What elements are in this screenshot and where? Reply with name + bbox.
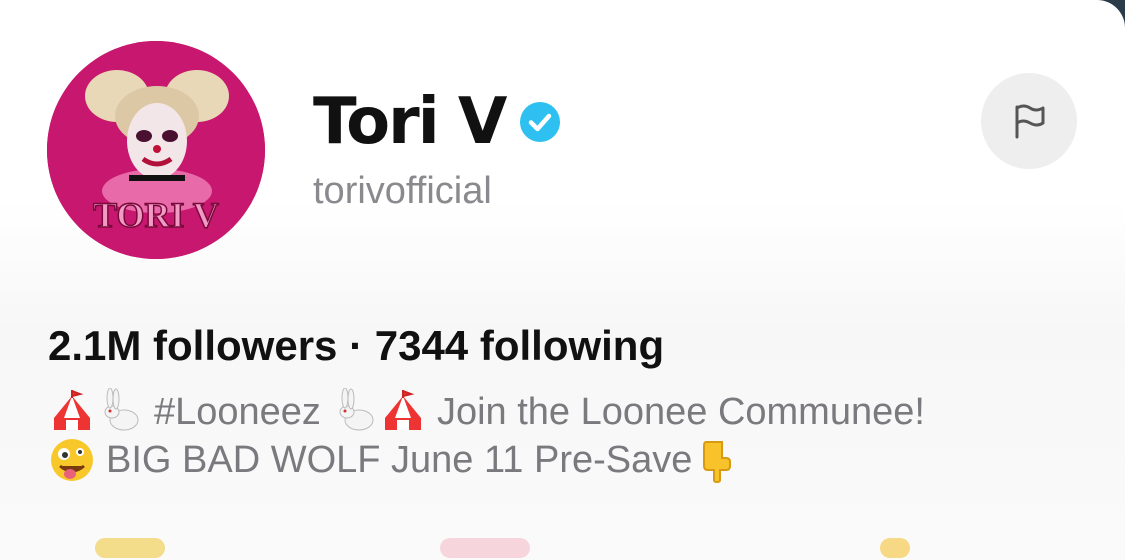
rabbit-icon <box>331 388 379 436</box>
link-chip-peek <box>440 538 530 558</box>
link-chip-peek <box>95 538 165 558</box>
verified-badge-icon <box>519 101 561 143</box>
rabbit-icon <box>96 388 144 436</box>
avatar-image: TORI V <box>47 41 265 259</box>
bio-hashtag[interactable]: #Looneez <box>154 388 321 436</box>
profile-card: TORI V Tori V torivofficial 2.1M followe… <box>0 0 1125 560</box>
bio-text-2: BIG BAD WOLF June 11 Pre-Save <box>106 439 693 481</box>
link-chip-peek <box>880 538 910 558</box>
username-handle: torivofficial <box>313 170 492 212</box>
name-row: Tori V <box>313 82 561 162</box>
report-flag-button[interactable] <box>981 73 1077 169</box>
circus-tent-icon <box>48 388 96 436</box>
bio-line-2: BIG BAD WOLF June 11 Pre-Save <box>48 436 925 484</box>
flag-icon <box>1015 104 1045 139</box>
bio-text-1: Join the Loonee Communee! <box>436 391 925 433</box>
bio-line-1: #Looneez Join the Loonee Communee! <box>48 388 925 436</box>
profile-bio: #Looneez Join the Loonee Communee! BIG B… <box>48 388 925 484</box>
avatar-logo-text: TORI V <box>93 195 219 235</box>
display-name: Tori V <box>313 85 507 159</box>
pointing-down-icon <box>692 436 740 484</box>
profile-avatar[interactable]: TORI V <box>47 41 265 259</box>
circus-tent-icon <box>379 388 427 436</box>
follower-stats[interactable]: 2.1M followers · 7344 following <box>48 322 664 370</box>
zany-face-icon <box>48 436 96 484</box>
